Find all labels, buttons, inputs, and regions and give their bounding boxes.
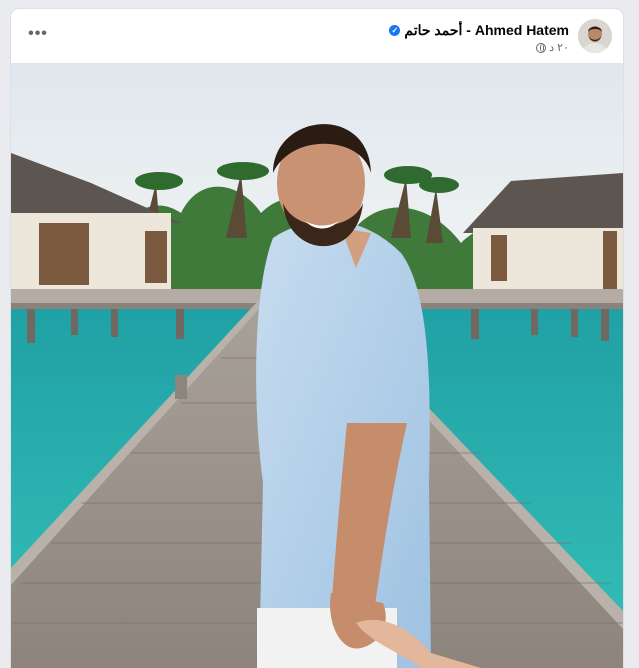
author-line: أحمد حاتم - Ahmed Hatem ✓ bbox=[389, 21, 569, 39]
verified-badge-icon: ✓ bbox=[389, 24, 401, 36]
avatar-image bbox=[578, 19, 612, 53]
post-photo-image bbox=[11, 63, 623, 668]
post-timestamp[interactable]: ٢٠ د bbox=[549, 41, 569, 54]
post-header: ••• أحمد حاتم - Ahmed Hatem ✓ ٢٠ د bbox=[11, 9, 623, 63]
post-card: ••• أحمد حاتم - Ahmed Hatem ✓ ٢٠ د bbox=[11, 9, 623, 668]
post-photo[interactable] bbox=[11, 63, 623, 668]
post-meta: ٢٠ د bbox=[536, 41, 569, 54]
more-options-button[interactable]: ••• bbox=[25, 23, 51, 49]
avatar[interactable] bbox=[578, 19, 612, 53]
author-name[interactable]: أحمد حاتم - Ahmed Hatem bbox=[404, 22, 569, 39]
globe-icon[interactable] bbox=[536, 42, 547, 53]
